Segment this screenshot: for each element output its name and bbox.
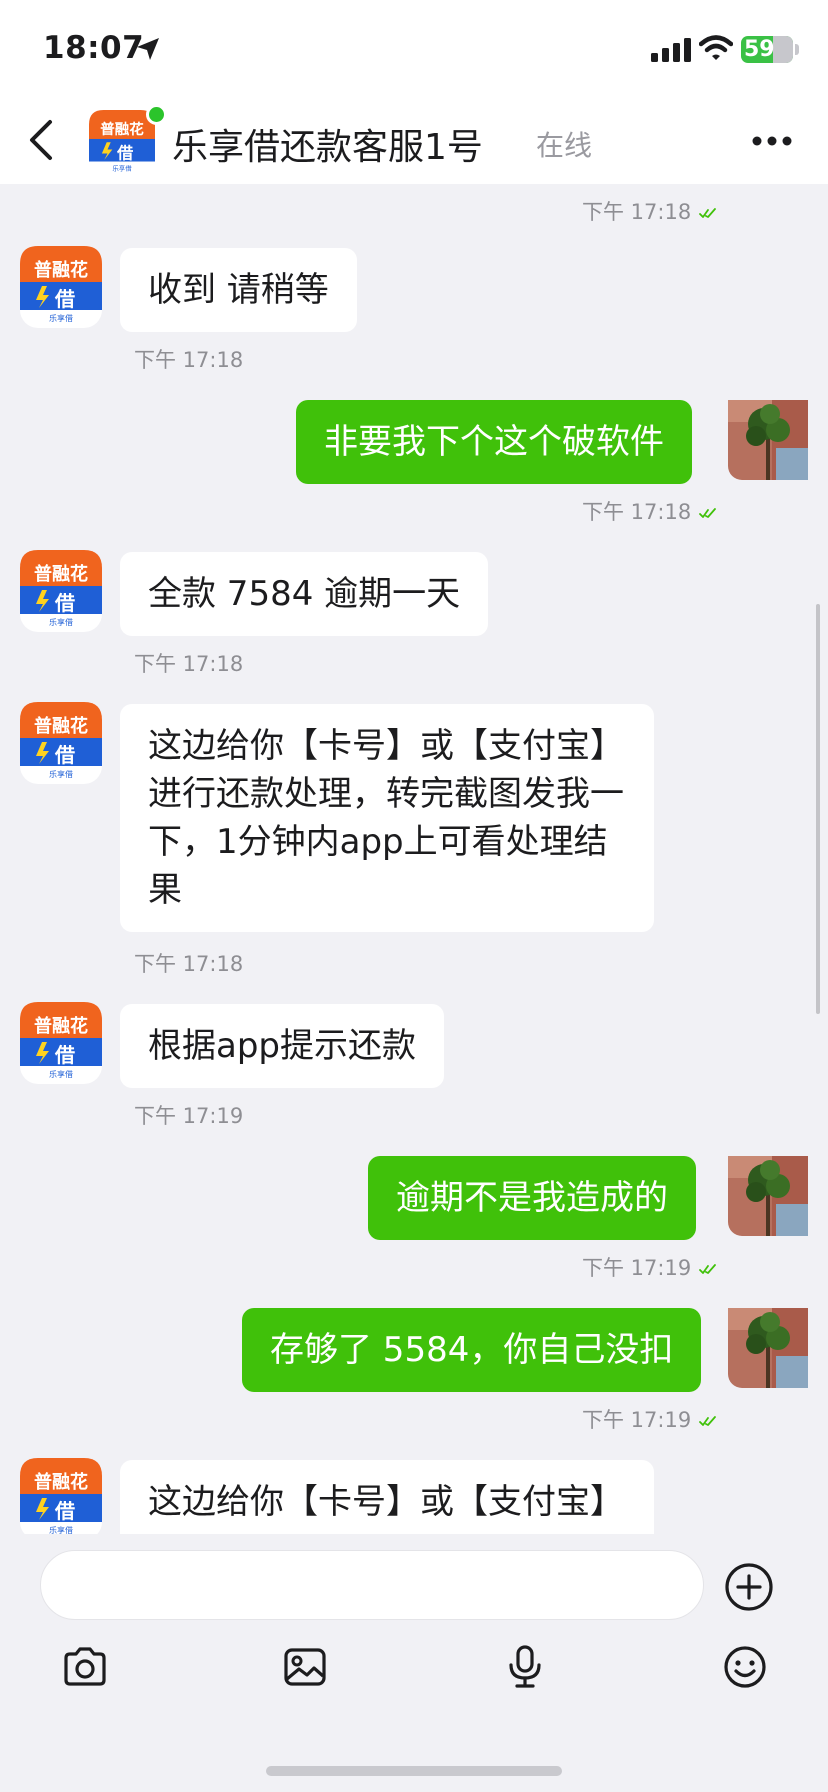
read-check-icon	[699, 1263, 717, 1275]
emoji-icon[interactable]	[722, 1644, 768, 1690]
message-timestamp: 下午 17:18	[134, 652, 244, 676]
plus-icon[interactable]	[724, 1562, 774, 1612]
message-timestamp: 下午 17:19	[582, 1252, 717, 1282]
message-bubble-incoming[interactable]: 根据app提示还款	[120, 1004, 444, 1088]
microphone-icon[interactable]	[502, 1644, 548, 1690]
user-avatar[interactable]	[728, 400, 808, 480]
agent-avatar[interactable]	[20, 550, 102, 632]
message-bubble-incoming[interactable]: 这边给你【卡号】或【支付宝】	[120, 1460, 654, 1534]
message-timestamp: 下午 17:18	[582, 196, 717, 226]
contact-avatar[interactable]	[88, 110, 156, 176]
battery-icon: 59	[741, 36, 793, 63]
status-time: 18:07	[43, 30, 145, 66]
message-timestamp: 下午 17:19	[134, 1104, 244, 1128]
message-bubble-incoming[interactable]: 这边给你【卡号】或【支付宝】进行还款处理，转完截图发我一下，1分钟内app上可看…	[120, 704, 654, 932]
message-input[interactable]	[40, 1550, 704, 1620]
home-indicator	[266, 1766, 562, 1776]
agent-avatar[interactable]	[20, 1458, 102, 1534]
message-list[interactable]: 下午 17:18 收到 请稍等 下午 17:18 非要我下个这个破软件 下午 1…	[0, 184, 828, 1534]
message-bubble-outgoing[interactable]: 非要我下个这个破软件	[296, 400, 692, 484]
chat-title: 乐享借还款客服1号	[172, 127, 483, 168]
location-arrow-icon	[137, 38, 159, 60]
scrollbar[interactable]	[816, 604, 820, 1014]
image-icon[interactable]	[282, 1644, 328, 1690]
battery-level: 59	[744, 37, 775, 62]
top-bar: 18:07 59 乐享借还款客服1号 在线	[0, 0, 828, 184]
online-indicator	[146, 104, 167, 125]
message-timestamp: 下午 17:19	[582, 1404, 717, 1434]
message-timestamp: 下午 17:18	[582, 496, 717, 526]
battery-tip	[795, 44, 799, 55]
more-dots-icon[interactable]	[752, 134, 792, 148]
agent-avatar[interactable]	[20, 702, 102, 784]
agent-avatar[interactable]	[20, 1002, 102, 1084]
read-check-icon	[699, 1415, 717, 1427]
message-bubble-incoming[interactable]: 收到 请稍等	[120, 248, 357, 332]
back-chevron-icon[interactable]	[24, 114, 58, 166]
wifi-icon	[699, 35, 733, 60]
user-avatar[interactable]	[728, 1156, 808, 1236]
read-check-icon	[699, 207, 717, 219]
message-timestamp: 下午 17:18	[134, 348, 244, 372]
camera-icon[interactable]	[62, 1644, 108, 1690]
agent-avatar[interactable]	[20, 246, 102, 328]
message-bubble-incoming[interactable]: 全款 7584 逾期一天	[120, 552, 489, 636]
message-bubble-outgoing[interactable]: 存够了 5584，你自己没扣	[242, 1308, 702, 1392]
message-timestamp: 下午 17:18	[134, 952, 244, 976]
input-area	[0, 1534, 828, 1792]
user-avatar[interactable]	[728, 1308, 808, 1388]
cellular-signal-icon	[651, 38, 691, 62]
online-status: 在线	[536, 129, 593, 162]
read-check-icon	[699, 507, 717, 519]
message-bubble-outgoing[interactable]: 逾期不是我造成的	[368, 1156, 696, 1240]
